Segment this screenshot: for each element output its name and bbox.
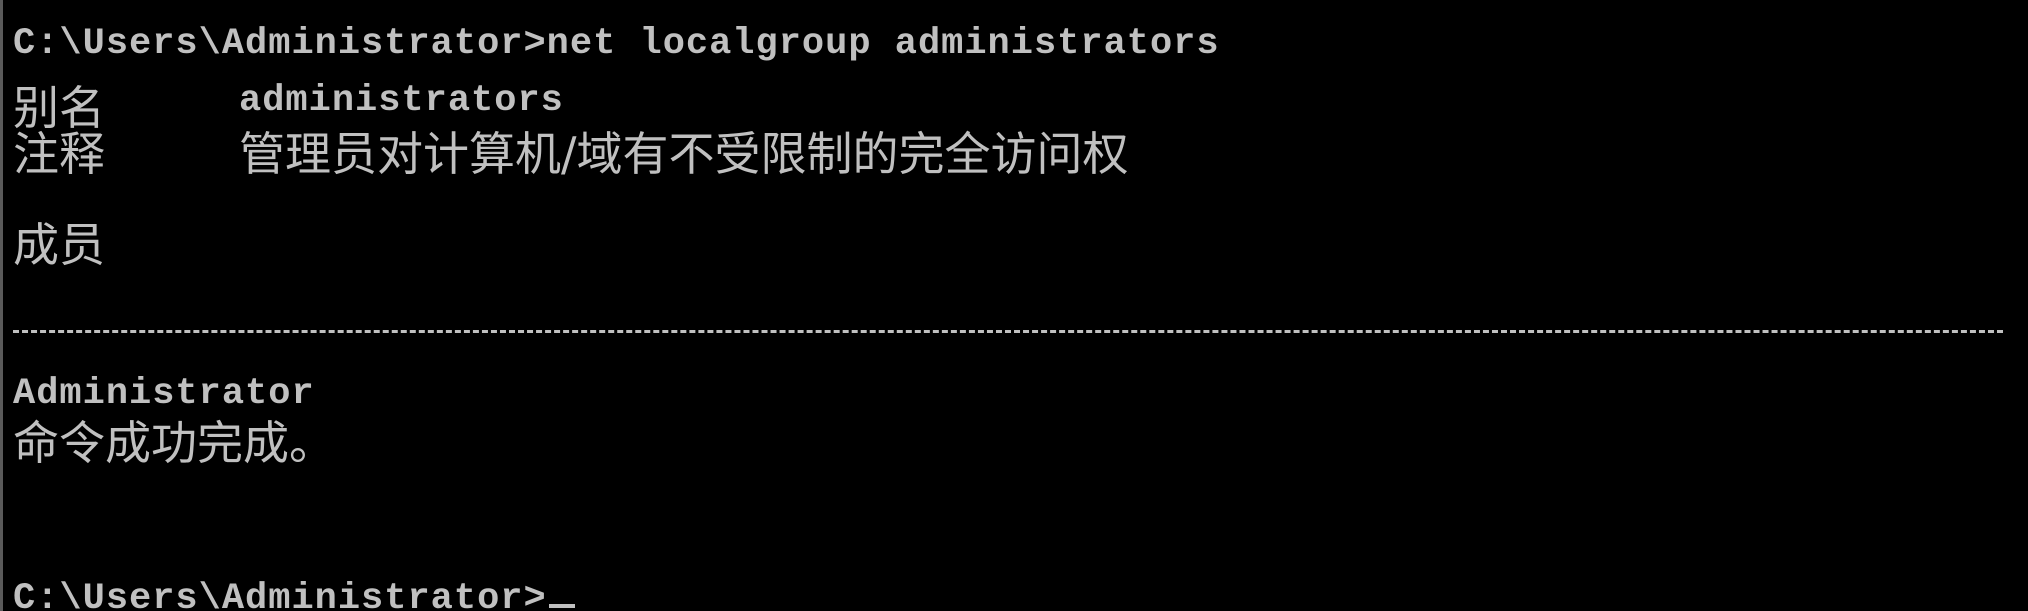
text-cursor	[548, 604, 575, 608]
comment-value: 管理员对计算机/域有不受限制的完全访问权	[239, 127, 1129, 181]
success-message: 命令成功完成。	[13, 416, 335, 470]
command-line: C:\Users\Administrator>net localgroup ad…	[13, 23, 1220, 65]
console-window[interactable]: C:\Users\Administrator>net localgroup ad…	[0, 0, 2028, 611]
prompt-line[interactable]: C:\Users\Administrator>	[13, 578, 575, 611]
member-entry: Administrator	[13, 373, 315, 415]
members-label: 成员	[13, 218, 105, 272]
alias-value: administrators	[239, 80, 564, 122]
separator-line	[13, 330, 2003, 333]
comment-row: 注释 管理员对计算机/域有不受限制的完全访问权	[3, 118, 2003, 181]
prompt-text: C:\Users\Administrator>	[13, 578, 547, 611]
comment-label: 注释	[13, 127, 105, 181]
